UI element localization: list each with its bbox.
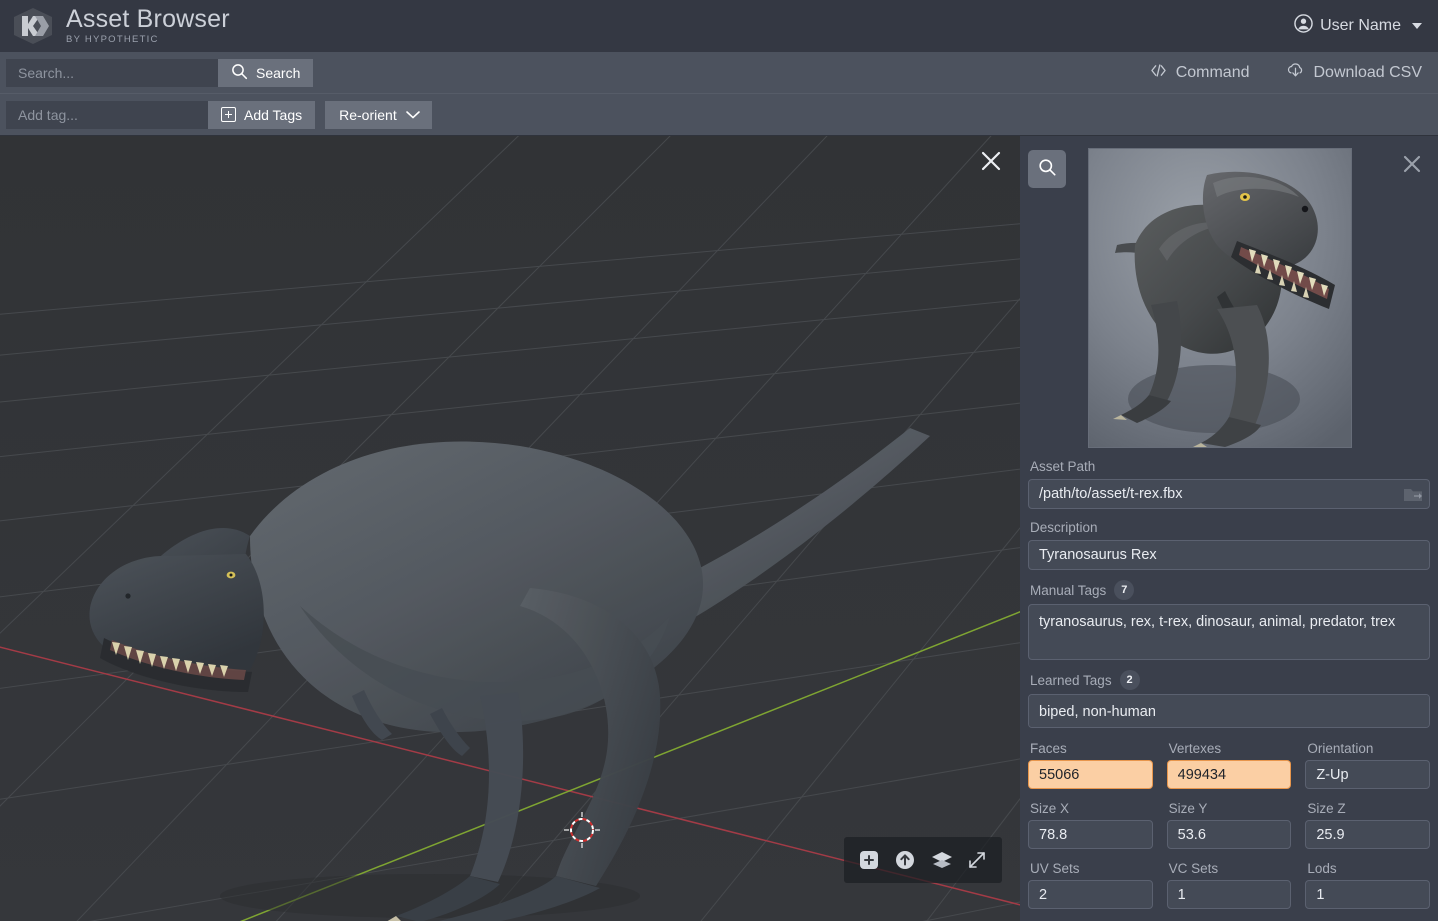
uv-sets-label: UV Sets	[1030, 860, 1153, 877]
add-tag-input[interactable]	[6, 101, 208, 129]
search-toolbar: Search Command	[0, 52, 1438, 94]
size-y-field: Size Y	[1167, 800, 1292, 849]
uv-sets-field: UV Sets	[1028, 860, 1153, 909]
orientation-field: Orientation	[1305, 740, 1430, 789]
manual-tags-textarea[interactable]	[1028, 604, 1430, 660]
size-x-field: Size X	[1028, 800, 1153, 849]
app-root: Asset Browser BY HYPOTHETIC User Name	[0, 0, 1438, 921]
brand-text: Asset Browser BY HYPOTHETIC	[66, 6, 230, 46]
layers-stack-icon[interactable]	[930, 849, 952, 871]
plus-square-icon	[221, 107, 236, 122]
download-csv-button[interactable]: Download CSV	[1286, 62, 1423, 84]
orientation-label: Orientation	[1307, 740, 1430, 757]
vc-sets-input[interactable]	[1167, 880, 1292, 909]
orientation-input[interactable]	[1305, 760, 1430, 789]
asset-path-input[interactable]	[1028, 479, 1430, 509]
panel-close-button[interactable]	[1398, 150, 1426, 178]
learned-tags-label-text: Learned Tags	[1030, 672, 1112, 689]
magnifier-icon	[1038, 158, 1057, 180]
asset-path-row	[1028, 479, 1430, 509]
brand: Asset Browser BY HYPOTHETIC	[0, 6, 230, 46]
panel-topbar	[1020, 136, 1438, 206]
viewport-toolbar	[844, 837, 1002, 883]
reorient-label: Re-orient	[339, 107, 397, 123]
asset-form: Asset Path Description Manual Tags 7 Lea…	[1020, 458, 1438, 909]
command-label: Command	[1176, 64, 1250, 82]
manual-tags-count-badge: 7	[1114, 580, 1134, 600]
vc-sets-field: VC Sets	[1167, 860, 1292, 909]
folder-open-icon[interactable]	[1402, 484, 1424, 504]
vc-sets-label: VC Sets	[1169, 860, 1292, 877]
faces-input[interactable]	[1028, 760, 1153, 789]
add-tags-label: Add Tags	[244, 107, 302, 123]
search-input[interactable]	[6, 59, 218, 87]
panel-search-button[interactable]	[1028, 150, 1066, 188]
asset-thumbnail[interactable]	[1088, 148, 1352, 448]
vertexes-label: Vertexes	[1169, 740, 1292, 757]
app-header: Asset Browser BY HYPOTHETIC User Name	[0, 0, 1438, 52]
size-z-field: Size Z	[1305, 800, 1430, 849]
cloud-download-icon	[1286, 62, 1305, 84]
stats-row-1: Faces Vertexes Orientation	[1028, 740, 1430, 789]
app-subtitle: BY HYPOTHETIC	[66, 34, 230, 46]
size-x-input[interactable]	[1028, 820, 1153, 849]
size-y-input[interactable]	[1167, 820, 1292, 849]
model-viewport[interactable]	[0, 136, 1020, 921]
size-z-label: Size Z	[1307, 800, 1430, 817]
toolbar-links: Command Download CSV	[1150, 62, 1438, 84]
lods-label: Lods	[1307, 860, 1430, 877]
lods-field: Lods	[1305, 860, 1430, 909]
magnifier-icon	[231, 63, 248, 83]
manual-tags-label-text: Manual Tags	[1030, 582, 1106, 599]
stats-row-2: Size X Size Y Size Z	[1028, 800, 1430, 849]
account-circle-icon	[1294, 14, 1313, 38]
viewport-close-button[interactable]	[976, 146, 1006, 176]
stats-row-3: UV Sets VC Sets Lods	[1028, 860, 1430, 909]
expand-fullscreen-icon[interactable]	[966, 849, 988, 871]
download-csv-label: Download CSV	[1314, 64, 1423, 82]
search-button[interactable]: Search	[218, 59, 313, 87]
hypothetic-hex-logo-icon	[10, 6, 56, 46]
asset-path-label: Asset Path	[1030, 458, 1430, 475]
uv-sets-input[interactable]	[1028, 880, 1153, 909]
trex-preview-render	[1089, 149, 1352, 448]
chevron-down-icon	[405, 107, 421, 123]
size-z-input[interactable]	[1305, 820, 1430, 849]
manual-tags-label: Manual Tags 7	[1030, 580, 1430, 600]
app-title: Asset Browser	[66, 6, 230, 33]
description-input[interactable]	[1028, 540, 1430, 570]
faces-label: Faces	[1030, 740, 1153, 757]
upload-arrow-circle-icon[interactable]	[894, 849, 916, 871]
description-label: Description	[1030, 519, 1430, 536]
size-x-label: Size X	[1030, 800, 1153, 817]
asset-details-panel: Asset Path Description Manual Tags 7 Lea…	[1020, 136, 1438, 921]
lods-input[interactable]	[1305, 880, 1430, 909]
vertexes-input[interactable]	[1167, 760, 1292, 789]
learned-tags-textarea[interactable]	[1028, 694, 1430, 728]
user-menu[interactable]: User Name	[1294, 14, 1438, 38]
code-brackets-icon	[1150, 63, 1167, 83]
size-y-label: Size Y	[1169, 800, 1292, 817]
tag-toolbar: Add Tags Re-orient	[0, 94, 1438, 136]
reorient-dropdown[interactable]: Re-orient	[325, 101, 432, 129]
viewport-grid	[0, 136, 1020, 921]
search-button-label: Search	[256, 65, 300, 81]
user-name-label: User Name	[1320, 17, 1401, 35]
command-button[interactable]: Command	[1150, 63, 1250, 83]
vertexes-field: Vertexes	[1167, 740, 1292, 789]
add-plus-icon[interactable]	[858, 849, 880, 871]
learned-tags-count-badge: 2	[1120, 670, 1140, 690]
caret-down-icon	[1412, 23, 1422, 29]
add-tags-button[interactable]: Add Tags	[208, 101, 315, 129]
learned-tags-label: Learned Tags 2	[1030, 670, 1430, 690]
faces-field: Faces	[1028, 740, 1153, 789]
